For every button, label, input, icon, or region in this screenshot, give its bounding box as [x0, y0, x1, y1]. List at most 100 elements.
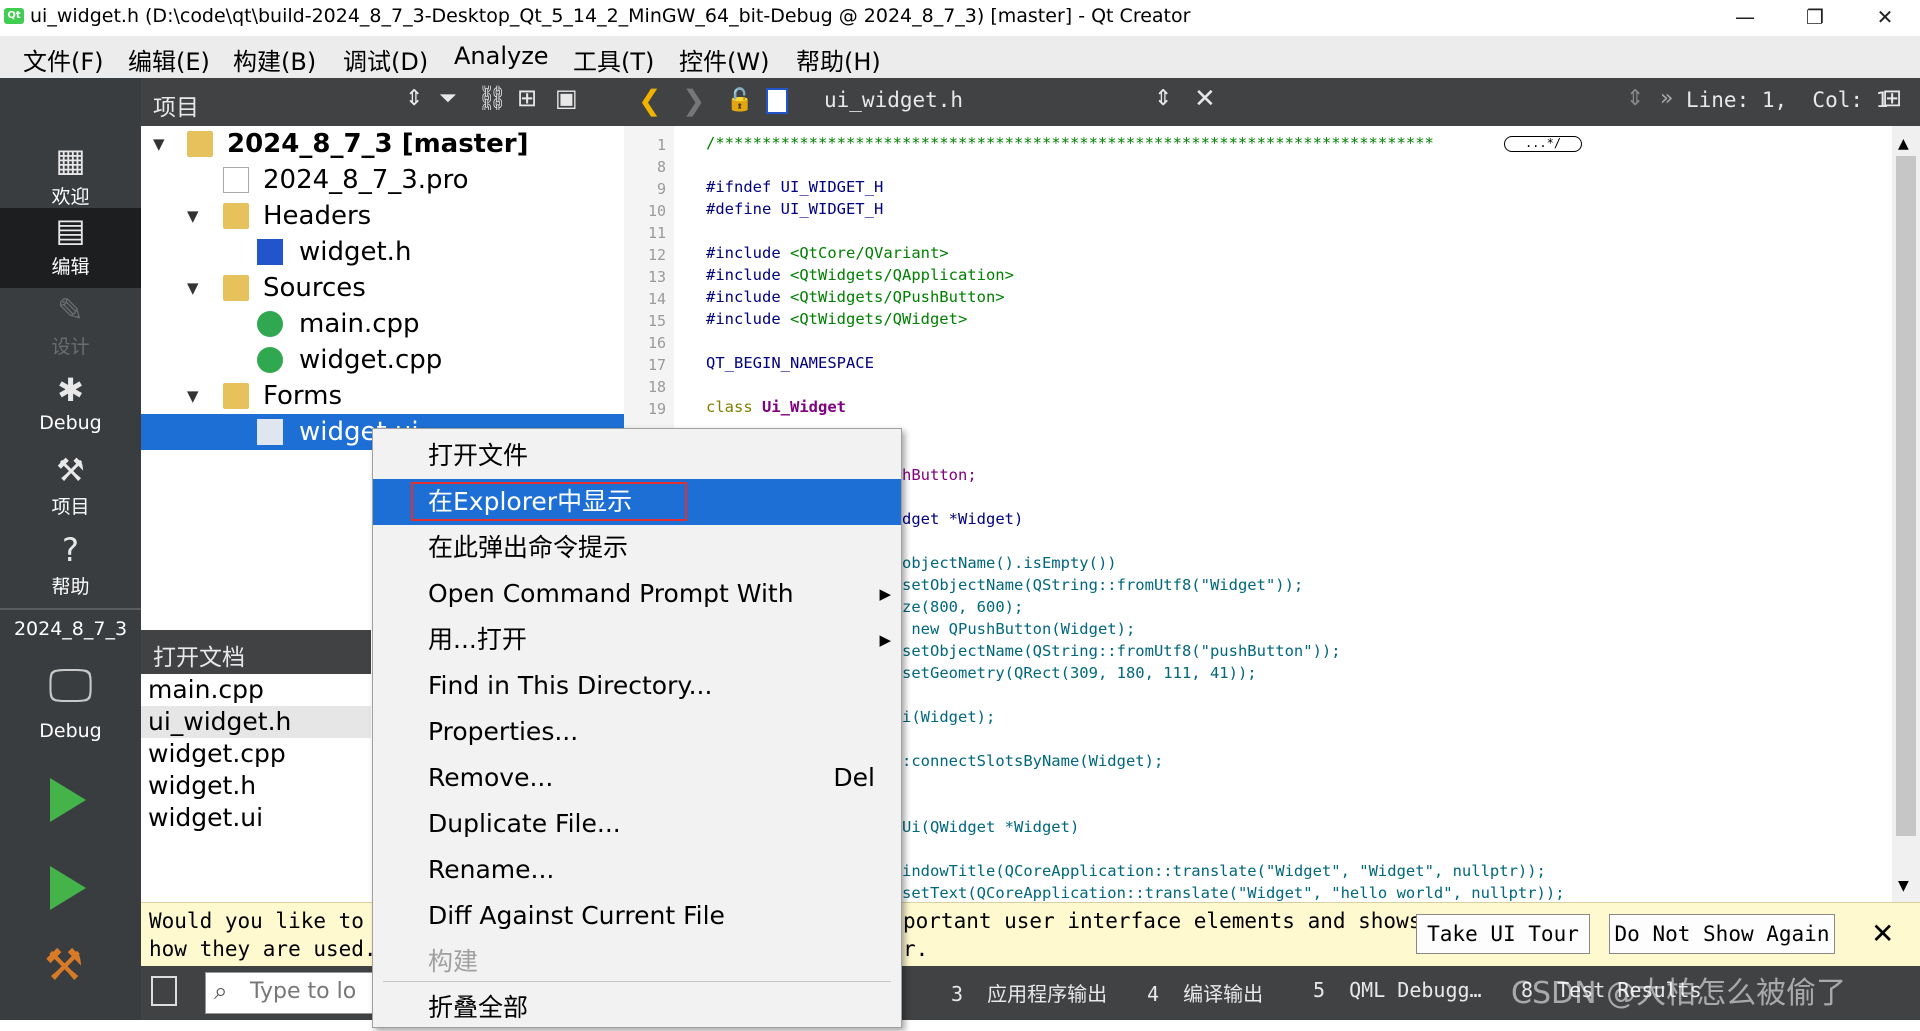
open-doc-item[interactable]: ui_widget.h	[141, 706, 371, 738]
menu-item-open-command-prompt-with[interactable]: Open Command Prompt With ▶	[373, 571, 901, 617]
menu-item-build: 构建	[373, 939, 901, 985]
run-icon[interactable]	[50, 778, 86, 822]
shortcut-label: Del	[833, 763, 875, 792]
menu-item-show-in-explorer[interactable]: 在Explorer中显示	[373, 479, 901, 525]
open-doc-item[interactable]: main.cpp	[141, 674, 371, 706]
open-doc-item[interactable]: widget.cpp	[141, 738, 371, 770]
mode-welcome[interactable]: ▦ 欢迎	[0, 138, 141, 218]
code-token: #include	[706, 310, 790, 328]
filter-icon[interactable]: ⏷	[439, 86, 457, 111]
close-window-button[interactable]: ✕	[1850, 0, 1920, 34]
open-documents-title: 打开文档	[153, 645, 245, 671]
close-infobar-icon[interactable]: ✕	[1871, 917, 1894, 950]
mode-welcome-label: 欢迎	[51, 186, 90, 208]
output-tab-qml[interactable]: 5 QML Debugg…	[1313, 978, 1482, 1002]
cursor-position[interactable]: Line: 1, Col: 1	[1686, 88, 1888, 112]
folder-icon	[223, 203, 249, 229]
scroll-thumb[interactable]	[1896, 156, 1916, 836]
scroll-down-icon[interactable]: ▼	[1898, 878, 1909, 894]
mode-help[interactable]: ? 帮助	[0, 528, 141, 608]
menu-build[interactable]: 构建(B)	[233, 42, 316, 77]
menu-tools[interactable]: 工具(T)	[573, 42, 654, 77]
editor-filename[interactable]: ui_widget.h	[824, 88, 963, 112]
menu-item-properties[interactable]: Properties...	[373, 709, 901, 755]
code-line: i(Widget);	[902, 708, 996, 726]
expand-arrow-icon[interactable]: ▼	[187, 198, 199, 234]
locator-input[interactable]: ⌕ Type to lo	[205, 972, 375, 1014]
file-dropdown-icon[interactable]: ⇕	[1154, 86, 1172, 111]
expand-arrow-icon[interactable]: ▼	[187, 378, 199, 414]
menu-item-command-prompt[interactable]: 在此弹出命令提示	[373, 525, 901, 571]
menu-item-find-in-directory[interactable]: Find in This Directory...	[373, 663, 901, 709]
split-editor-icon[interactable]: ⊞	[1882, 84, 1902, 112]
fold-marker[interactable]: ...*/	[1504, 136, 1582, 152]
lock-icon[interactable]: 🔓	[726, 88, 753, 113]
code-line: setObjectName(QString::fromUtf8("pushBut…	[902, 642, 1341, 660]
line-number: 1	[656, 136, 666, 154]
line-number: 9	[656, 180, 666, 198]
expand-arrow-icon[interactable]: ▼	[153, 126, 165, 162]
menu-edit[interactable]: 编辑(E)	[128, 42, 210, 77]
tree-node-root[interactable]: ▼ 2024_8_7_3 [master]	[141, 126, 624, 162]
mode-edit[interactable]: ▤ 编辑	[0, 208, 141, 288]
sort-updown-icon[interactable]: ⇕	[405, 86, 423, 111]
menu-item-remove[interactable]: Remove... Del	[373, 755, 901, 801]
link-icon[interactable]: ⛓	[477, 84, 507, 112]
split-icon[interactable]: ⊞	[517, 84, 537, 112]
symbol-dropdown-icon[interactable]: ⇕	[1626, 86, 1644, 111]
do-not-show-again-button[interactable]: Do Not Show Again	[1609, 914, 1835, 954]
close-editor-icon[interactable]: ✕	[1194, 84, 1216, 114]
menu-item-open-file[interactable]: 打开文件	[373, 433, 901, 479]
window-title: ui_widget.h (D:\code\qt\build-2024_8_7_3…	[30, 5, 1191, 27]
menu-item-rename[interactable]: Rename...	[373, 847, 901, 893]
expand-arrow-icon[interactable]: ▼	[187, 270, 199, 306]
maximize-button[interactable]: ❐	[1780, 0, 1850, 34]
infobar-text-line1-tail: portant user interface elements and show…	[903, 909, 1422, 933]
kit-selector[interactable]: 🖵 Debug	[0, 650, 141, 750]
tree-label-root: 2024_8_7_3 [master]	[227, 129, 529, 159]
tree-node-widget-cpp[interactable]: widget.cpp	[141, 342, 624, 378]
output-tab-app[interactable]: 3 应用程序输出	[951, 978, 1107, 1007]
menu-analyze[interactable]: Analyze	[454, 42, 549, 70]
tree-label-widget-h: widget.h	[299, 237, 412, 267]
menu-help[interactable]: 帮助(H)	[796, 42, 881, 77]
mode-debug-label: Debug	[39, 412, 102, 434]
tree-node-forms[interactable]: ▼ Forms	[141, 378, 624, 414]
menu-item-label: Find in This Directory...	[428, 671, 713, 700]
menu-debug[interactable]: 调试(D)	[343, 42, 428, 77]
menu-item-collapse-all[interactable]: 折叠全部	[373, 985, 901, 1031]
tree-node-sources[interactable]: ▼ Sources	[141, 270, 624, 306]
build-hammer-icon[interactable]: ⚒	[44, 940, 83, 991]
menu-file[interactable]: 文件(F)	[23, 42, 104, 77]
close-pane-icon[interactable]: ▣	[555, 84, 578, 112]
open-doc-item[interactable]: widget.ui	[141, 802, 371, 834]
debug-run-icon[interactable]	[50, 866, 86, 910]
open-doc-item[interactable]: widget.h	[141, 770, 371, 802]
wrench-icon: ⚒	[56, 451, 85, 489]
menu-item-duplicate[interactable]: Duplicate File...	[373, 801, 901, 847]
tree-node-headers[interactable]: ▼ Headers	[141, 198, 624, 234]
line-number: 11	[647, 224, 666, 242]
folder-icon	[223, 383, 249, 409]
tree-node-pro[interactable]: 2024_8_7_3.pro	[141, 162, 624, 198]
take-ui-tour-button[interactable]: Take UI Tour	[1416, 914, 1590, 954]
output-tab-compile[interactable]: 4 编译输出	[1147, 978, 1263, 1007]
ui-file-icon	[257, 419, 283, 445]
forward-arrow-icon[interactable]: ❯	[682, 84, 705, 117]
menu-widgets[interactable]: 控件(W)	[679, 42, 769, 77]
tree-node-main-cpp[interactable]: main.cpp	[141, 306, 624, 342]
menu-item-diff[interactable]: Diff Against Current File	[373, 893, 901, 939]
scroll-up-icon[interactable]: ▲	[1898, 136, 1909, 152]
back-arrow-icon[interactable]: ❮	[638, 84, 661, 117]
toggle-sidebar-icon[interactable]	[151, 976, 177, 1006]
menu-item-open-with[interactable]: 用...打开 ▶	[373, 617, 901, 663]
mode-debug[interactable]: ✱ Debug	[0, 368, 141, 448]
mode-projects-label: 项目	[51, 496, 90, 518]
mode-divider	[0, 608, 141, 610]
mode-design[interactable]: ✎ 设计	[0, 288, 141, 368]
code-line: #include <QtWidgets/QPushButton>	[706, 288, 1005, 306]
mode-projects[interactable]: ⚒ 项目	[0, 448, 141, 528]
minimize-button[interactable]: —	[1710, 0, 1780, 34]
editor-scrollbar[interactable]: ▲ ▼	[1892, 126, 1920, 902]
tree-node-widget-h[interactable]: widget.h	[141, 234, 624, 270]
